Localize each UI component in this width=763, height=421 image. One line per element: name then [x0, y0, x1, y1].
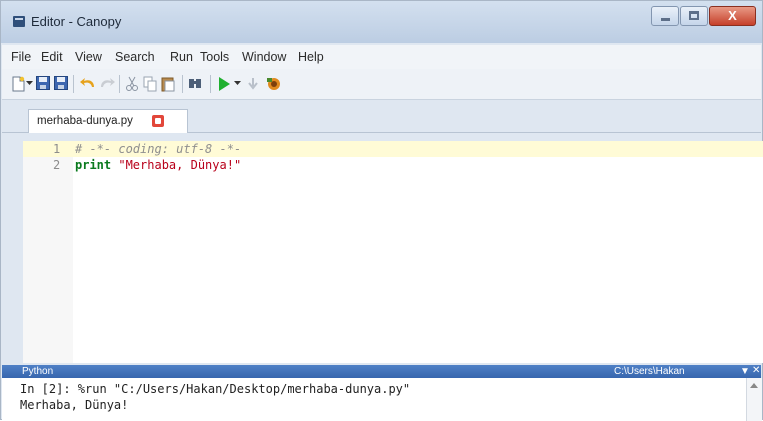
close-button[interactable]: X: [709, 6, 756, 26]
line-number: 2: [53, 158, 61, 172]
menu-tools[interactable]: Tools: [200, 50, 229, 64]
close-icon: X: [728, 8, 737, 23]
shell-title: Python: [22, 366, 54, 377]
maximize-button[interactable]: [680, 6, 708, 26]
code-line: print "Merhaba, Dünya!": [75, 158, 241, 172]
menu-view[interactable]: View: [75, 50, 102, 64]
editor-window: Editor - Canopy X File Edit View Search …: [0, 0, 763, 421]
code-editor[interactable]: 1 # -*- coding: utf-8 -*- 2 print "Merha…: [23, 141, 763, 363]
shell-command: %run "C:/Users/Hakan/Desktop/merhaba-dun…: [70, 382, 411, 396]
python-shell-header: Python C:\Users\Hakan ▼ ✕: [2, 365, 761, 378]
editor-tab-strip: merhaba-dunya.py: [2, 100, 761, 133]
dropdown-icon[interactable]: [26, 81, 33, 97]
code-keyword: print: [75, 158, 112, 172]
window-title: Editor - Canopy: [31, 14, 122, 29]
minimize-icon: [661, 18, 670, 21]
python-shell[interactable]: In [2]: %run "C:/Users/Hakan/Desktop/mer…: [2, 378, 762, 421]
app-icon: [13, 16, 25, 27]
tab-label: merhaba-dunya.py: [37, 115, 133, 127]
minimize-button[interactable]: [651, 6, 679, 26]
maximize-icon: [689, 11, 699, 20]
run-dropdown-icon[interactable]: [234, 81, 241, 97]
paste-icon[interactable]: [161, 76, 175, 92]
undo-icon[interactable]: [80, 76, 96, 92]
new-file-icon[interactable]: [12, 76, 25, 92]
run-icon[interactable]: [218, 76, 231, 92]
tab-close-icon[interactable]: [152, 115, 164, 127]
shell-prompt: In [2]:: [20, 382, 71, 396]
copy-icon[interactable]: [143, 76, 157, 92]
title-bar[interactable]: Editor - Canopy X: [1, 1, 762, 43]
menu-help[interactable]: Help: [298, 50, 324, 64]
save-icon[interactable]: [36, 76, 50, 92]
close-icon[interactable]: ✕: [752, 365, 760, 376]
package-manager-icon[interactable]: [266, 76, 282, 92]
redo-icon[interactable]: [99, 76, 115, 92]
debug-icon[interactable]: [247, 76, 259, 92]
shell-scrollbar[interactable]: [746, 378, 762, 421]
menu-search[interactable]: Search: [115, 50, 155, 64]
shell-output-line: Merhaba, Dünya!: [20, 398, 129, 412]
menu-bar: File Edit View Search Run Tools Window H…: [2, 45, 761, 69]
menu-run[interactable]: Run: [170, 50, 193, 64]
line-number-gutter: [23, 141, 73, 363]
code-string: "Merhaba, Dünya!": [118, 158, 242, 172]
tab-merhaba-dunya[interactable]: merhaba-dunya.py: [28, 109, 188, 133]
line-number: 1: [53, 142, 61, 156]
cut-icon[interactable]: [125, 76, 139, 92]
shell-input-line: In [2]: %run "C:/Users/Hakan/Desktop/mer…: [20, 382, 410, 396]
menu-edit[interactable]: Edit: [41, 50, 63, 64]
scroll-up-icon[interactable]: [750, 383, 758, 388]
toolbar: [2, 69, 761, 100]
menu-window[interactable]: Window: [242, 50, 286, 64]
code-line-comment: # -*- coding: utf-8 -*-: [75, 142, 242, 156]
menu-file[interactable]: File: [11, 50, 31, 64]
save-all-icon[interactable]: [54, 76, 68, 92]
find-icon[interactable]: [188, 76, 203, 92]
chevron-down-icon[interactable]: ▼: [740, 366, 750, 377]
working-directory[interactable]: C:\Users\Hakan: [614, 366, 685, 377]
